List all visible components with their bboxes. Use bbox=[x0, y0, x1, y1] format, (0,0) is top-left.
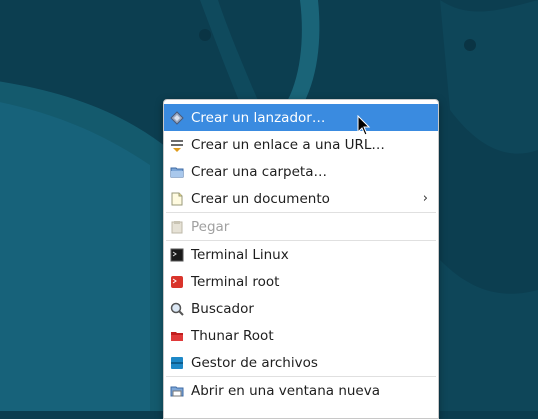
menu-item-terminal-linux[interactable]: Terminal Linux bbox=[164, 241, 438, 268]
menu-item-label: Crear un documento bbox=[191, 190, 330, 207]
menu-item-crear-documento[interactable]: Crear un documento › bbox=[164, 185, 438, 212]
folder-icon bbox=[170, 165, 184, 179]
menu-item-label: Pegar bbox=[191, 218, 230, 235]
root-terminal-icon bbox=[170, 275, 184, 289]
menu-item-label: Thunar Root bbox=[191, 327, 274, 344]
menu-item-crear-carpeta[interactable]: Crear una carpeta… bbox=[164, 158, 438, 185]
menu-item-label: Terminal root bbox=[191, 273, 280, 290]
new-window-icon bbox=[170, 384, 184, 398]
terminal-icon bbox=[170, 248, 184, 262]
chevron-right-icon: › bbox=[422, 191, 428, 206]
menu-item-label: Crear un enlace a una URL… bbox=[191, 136, 385, 153]
menu-item-terminal-root[interactable]: Terminal root bbox=[164, 268, 438, 295]
menu-item-gestor-archivos[interactable]: Gestor de archivos bbox=[164, 349, 438, 376]
context-menu: Crear un lanzador… Crear un enlace a una… bbox=[163, 99, 439, 419]
menu-item-label: Crear un lanzador… bbox=[191, 109, 326, 126]
search-icon bbox=[170, 302, 184, 316]
launcher-icon bbox=[170, 110, 184, 125]
menu-item-label: Terminal Linux bbox=[191, 246, 289, 263]
menu-item-label: Gestor de archivos bbox=[191, 354, 318, 371]
menu-item-thunar-root[interactable]: Thunar Root bbox=[164, 322, 438, 349]
menu-item-abrir-ventana-nueva[interactable]: Abrir en una ventana nueva bbox=[164, 377, 438, 404]
document-icon bbox=[170, 192, 184, 206]
menu-item-buscador[interactable]: Buscador bbox=[164, 295, 438, 322]
menu-item-crear-lanzador[interactable]: Crear un lanzador… bbox=[164, 104, 438, 131]
clipboard-icon bbox=[170, 220, 184, 234]
menu-item-label: Buscador bbox=[191, 300, 254, 317]
menu-item-label: Crear una carpeta… bbox=[191, 163, 327, 180]
menu-item-pegar[interactable]: Pegar bbox=[164, 213, 438, 240]
menu-item-crear-enlace-url[interactable]: Crear un enlace a una URL… bbox=[164, 131, 438, 158]
file-manager-icon bbox=[170, 356, 184, 370]
menu-item-label: Abrir en una ventana nueva bbox=[191, 382, 380, 399]
url-link-icon bbox=[170, 138, 184, 152]
mouse-pointer-icon bbox=[357, 114, 371, 141]
thunar-root-icon bbox=[170, 329, 184, 343]
